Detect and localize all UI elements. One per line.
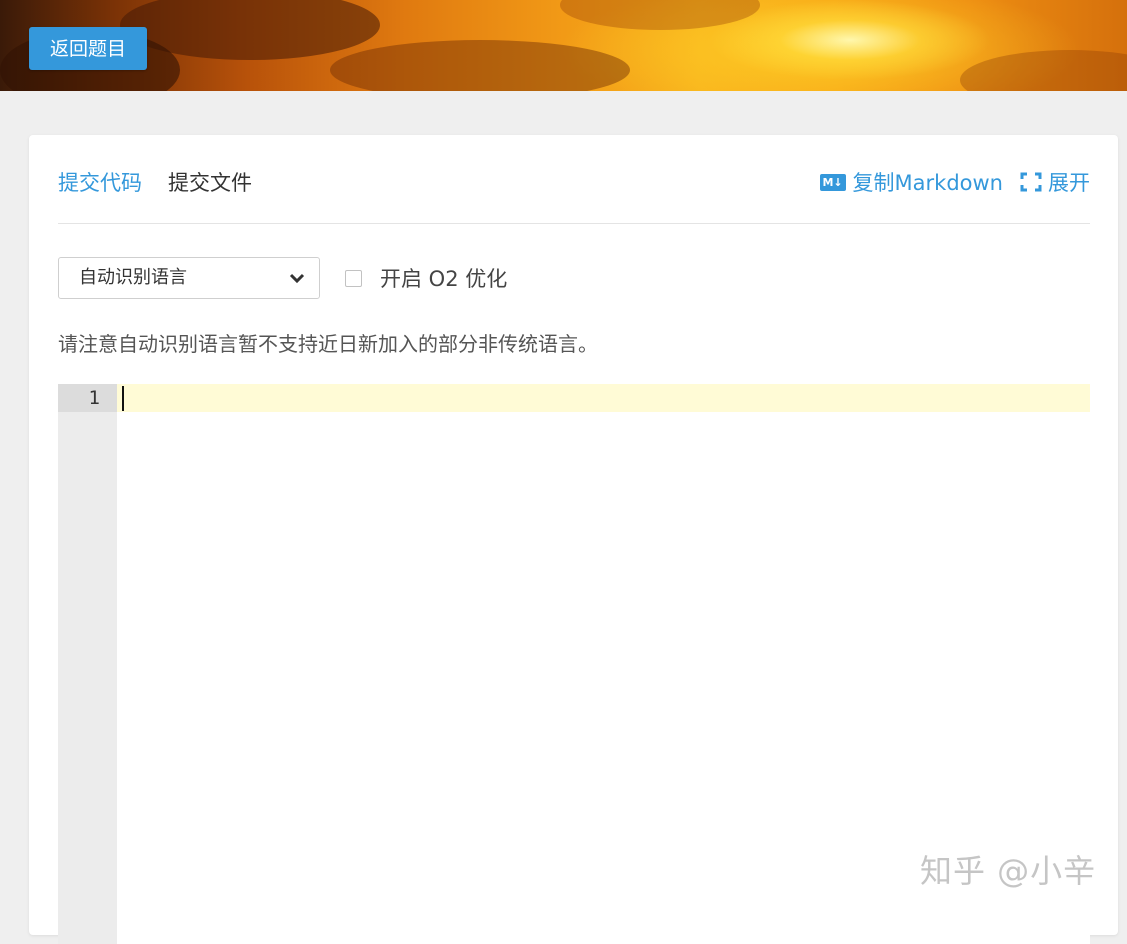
o2-optimization-option[interactable]: 开启 O2 优化	[345, 265, 507, 291]
expand-label: 展开	[1048, 171, 1090, 195]
copy-markdown-button[interactable]: M↓ 复制Markdown	[819, 167, 1003, 197]
tab-submit-code[interactable]: 提交代码	[58, 167, 142, 197]
line-number: 1	[58, 384, 117, 412]
o2-checkbox[interactable]	[345, 269, 362, 287]
watermark: 知乎 @小辛	[920, 852, 1097, 890]
banner-cloud	[560, 0, 760, 30]
editor-active-line[interactable]	[117, 384, 1090, 412]
banner-cloud	[330, 40, 630, 91]
o2-label: 开启 O2 优化	[380, 267, 508, 291]
expand-icon	[1020, 172, 1042, 192]
expand-button[interactable]: 展开	[1020, 167, 1090, 197]
copy-markdown-label: 复制Markdown	[852, 171, 1003, 195]
language-notice: 请注意自动识别语言暂不支持近日新加入的部分非传统语言。	[58, 332, 598, 356]
language-select-value: 自动识别语言	[79, 267, 187, 288]
tab-submit-file[interactable]: 提交文件	[168, 167, 252, 197]
toolbar: M↓ 复制Markdown 展开	[819, 167, 1090, 197]
text-cursor	[122, 386, 124, 411]
back-to-problem-button[interactable]: 返回题目	[29, 27, 147, 70]
banner-cloud	[960, 50, 1127, 91]
chevron-down-icon	[289, 273, 305, 284]
markdown-icon: M↓	[819, 173, 846, 191]
submit-panel: 提交代码 提交文件 M↓ 复制Markdown 展开 自动识别语言 开启 O2 …	[29, 135, 1118, 944]
submit-tabs: 提交代码 提交文件 M↓ 复制Markdown 展开	[58, 163, 1090, 224]
header-banner	[0, 0, 1127, 91]
language-select[interactable]: 自动识别语言	[58, 257, 320, 299]
editor-gutter	[58, 384, 117, 944]
